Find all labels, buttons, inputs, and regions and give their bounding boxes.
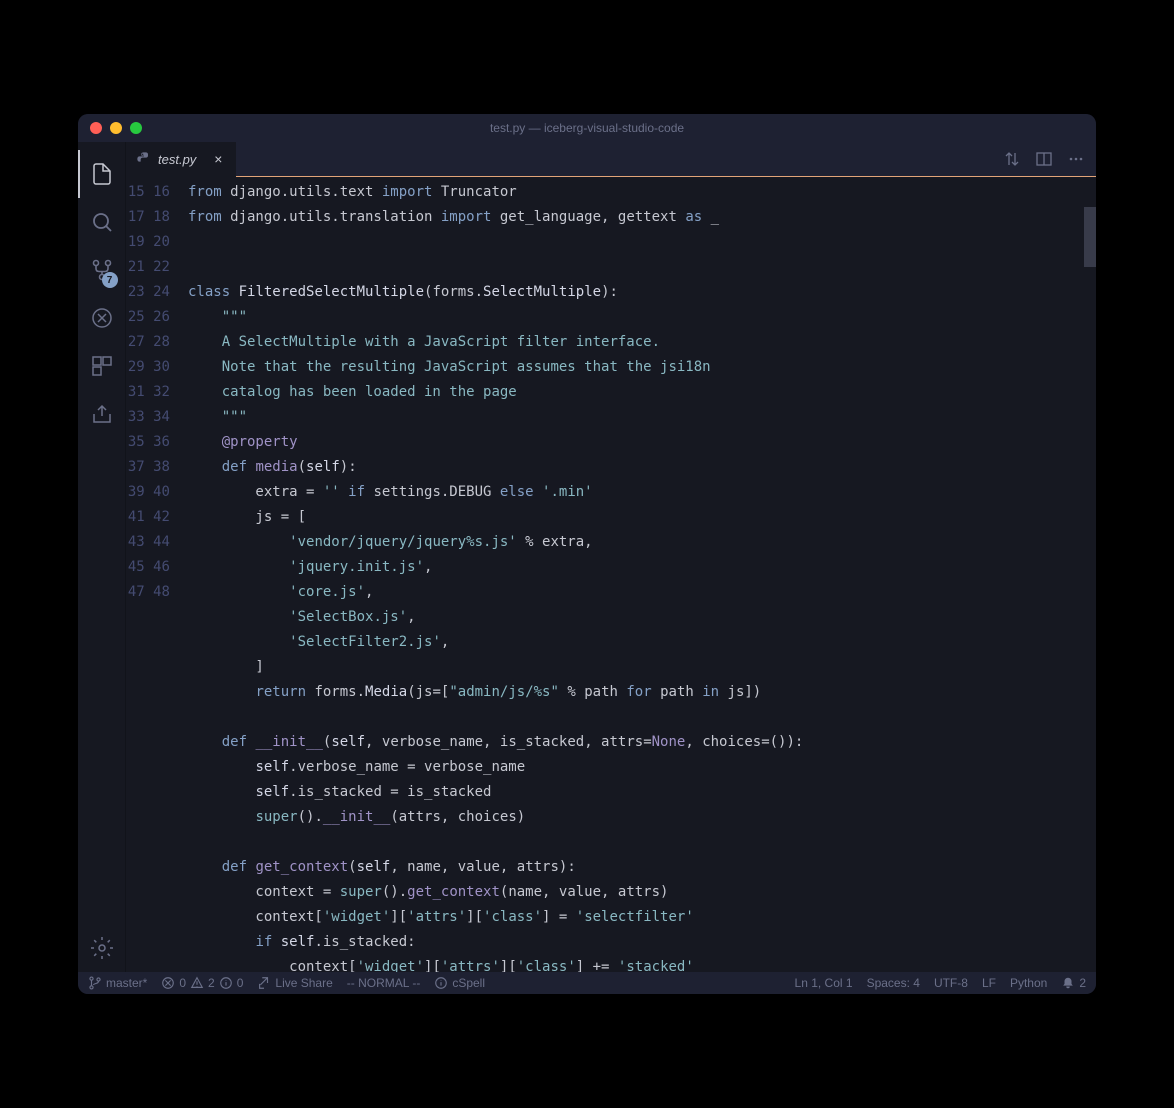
bell-icon: [1061, 976, 1075, 990]
compare-icon[interactable]: [1004, 151, 1020, 167]
close-window-icon[interactable]: [90, 122, 102, 134]
status-encoding[interactable]: UTF-8: [934, 976, 968, 990]
code-content[interactable]: from django.utils.text import Truncator …: [188, 177, 1096, 972]
liveshare-status-icon: [257, 976, 271, 990]
vscode-window: test.py — iceberg-visual-studio-code 7: [78, 114, 1096, 994]
source-control-icon[interactable]: 7: [78, 246, 126, 294]
code-editor[interactable]: 15 16 17 18 19 20 21 22 23 24 25 26 27 2…: [126, 177, 1096, 972]
liveshare-icon[interactable]: [78, 390, 126, 438]
status-notifications[interactable]: 2: [1061, 976, 1086, 990]
window-controls: [90, 122, 142, 134]
tab-test-py[interactable]: test.py ×: [126, 142, 236, 177]
activity-bar: 7: [78, 142, 126, 972]
tab-bar: test.py ×: [126, 142, 1096, 177]
window-title: test.py — iceberg-visual-studio-code: [490, 121, 684, 135]
explorer-icon[interactable]: [78, 150, 126, 198]
settings-gear-icon[interactable]: [78, 924, 126, 972]
split-editor-icon[interactable]: [1036, 151, 1052, 167]
status-eol[interactable]: LF: [982, 976, 996, 990]
branch-icon: [88, 976, 102, 990]
extensions-icon[interactable]: [78, 342, 126, 390]
search-icon[interactable]: [78, 198, 126, 246]
tab-label: test.py: [158, 152, 196, 167]
maximize-window-icon[interactable]: [130, 122, 142, 134]
scm-badge: 7: [102, 272, 118, 288]
status-cursor[interactable]: Ln 1, Col 1: [795, 976, 853, 990]
status-language[interactable]: Python: [1010, 976, 1047, 990]
editor-group: test.py × 15 16 17 18 19 20 21 22 23 24 …: [126, 142, 1096, 972]
scrollbar-thumb[interactable]: [1084, 207, 1096, 267]
status-vim-mode[interactable]: -- NORMAL --: [347, 976, 421, 990]
status-spaces[interactable]: Spaces: 4: [867, 976, 920, 990]
titlebar[interactable]: test.py — iceberg-visual-studio-code: [78, 114, 1096, 142]
status-liveshare[interactable]: Live Share: [257, 976, 332, 990]
status-cspell[interactable]: cSpell: [434, 976, 485, 990]
minimize-window-icon[interactable]: [110, 122, 122, 134]
status-branch[interactable]: master*: [88, 976, 147, 990]
debug-icon[interactable]: [78, 294, 126, 342]
status-problems[interactable]: 0 2 0: [161, 976, 243, 990]
warning-icon: [190, 976, 204, 990]
status-bar: master* 0 2 0 Live Share -- NORMAL -- cS…: [78, 972, 1096, 994]
editor-actions: [992, 151, 1096, 167]
workbench-body: 7 test.py ×: [78, 142, 1096, 972]
line-number-gutter: 15 16 17 18 19 20 21 22 23 24 25 26 27 2…: [126, 177, 188, 972]
more-actions-icon[interactable]: [1068, 151, 1084, 167]
info-icon: [219, 976, 233, 990]
error-icon: [161, 976, 175, 990]
info-circle-icon: [434, 976, 448, 990]
tab-close-icon[interactable]: ×: [210, 151, 226, 167]
python-file-icon: [136, 151, 152, 167]
